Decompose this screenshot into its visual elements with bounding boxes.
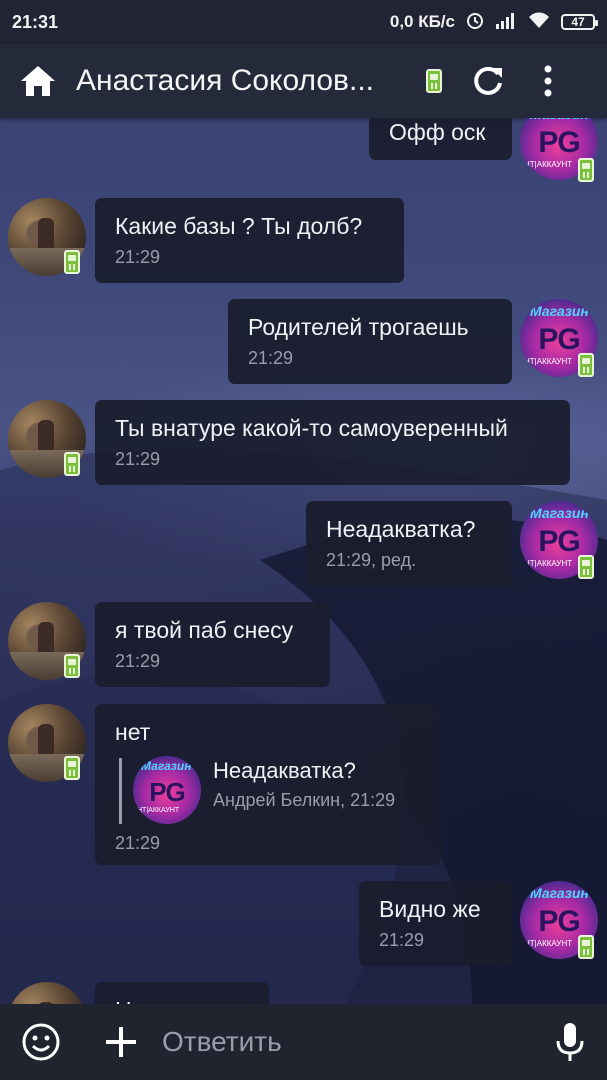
message-text: Неадакватка? [326, 516, 476, 542]
emoji-icon[interactable] [20, 1021, 62, 1063]
mobile-icon [64, 452, 80, 476]
message-text: Н [115, 996, 249, 1004]
wifi-icon [527, 11, 551, 34]
mobile-icon [578, 935, 594, 959]
mic-icon[interactable] [553, 1019, 587, 1065]
message-text: я твой паб снесу [115, 617, 294, 643]
message-bubble-outgoing[interactable]: Видно же 21:29 [359, 881, 512, 966]
chat-title[interactable]: Анастасия Соколов... [76, 64, 416, 98]
network-speed: 0,0 КБ/с [389, 12, 455, 31]
chat-header: Анастасия Соколов... [0, 44, 607, 118]
message-bubble-outgoing[interactable]: Неадакватка? 21:29, ред. [306, 501, 512, 586]
message-text: Видно же [379, 896, 481, 922]
message-text: Родителей трогаешь [248, 314, 469, 340]
home-icon[interactable] [16, 59, 60, 103]
message-text: Какие базы ? Ты долб? [115, 213, 363, 239]
reply-input[interactable] [162, 1017, 553, 1067]
message-time: 21:29 [379, 930, 425, 950]
message-list[interactable]: Офф оск Магазин PG НТ|АККАУНТ Какие базы… [0, 118, 607, 1004]
status-bar: 21:31 0,0 КБ/с 47 [0, 0, 607, 44]
battery-icon: 47 [561, 14, 598, 30]
message-bubble-outgoing[interactable]: Офф оск [369, 118, 512, 160]
mobile-icon [578, 158, 594, 182]
message-bubble-outgoing[interactable]: Родителей трогаешь 21:29 [228, 299, 512, 384]
avatar: Магазин PG НТ|АККАУНТ [133, 756, 201, 824]
status-time: 21:31 [12, 11, 59, 32]
message-time: 21:29, ред. [326, 550, 417, 570]
mobile-icon [426, 69, 442, 93]
message-bubble-incoming[interactable]: я твой паб снесу 21:29 [95, 602, 330, 687]
message-text: Ты внатуре какой-то самоуверенный [115, 415, 508, 441]
refresh-icon[interactable] [468, 61, 508, 101]
plus-icon[interactable] [102, 1023, 140, 1061]
message-bubble-incoming[interactable]: Ты внатуре какой-то самоуверенный 21:29 [95, 400, 570, 485]
mobile-icon [64, 654, 80, 678]
message-time: 21:29 [248, 348, 294, 368]
more-vert-icon[interactable] [538, 61, 558, 101]
mobile-icon [64, 756, 80, 780]
reply-quote[interactable]: Магазин PG НТ|АККАУНТ Неадакватка? Андре… [115, 754, 415, 826]
quote-author: Андрей Белкин, 21:29 [213, 790, 396, 810]
message-bubble-incoming[interactable]: Н [95, 982, 269, 1004]
message-text: нет [115, 719, 151, 745]
avatar[interactable] [8, 982, 86, 1004]
message-time: 21:29 [115, 651, 161, 671]
message-time: 21:29 [115, 833, 161, 853]
mobile-icon [578, 353, 594, 377]
message-text: Офф оск [389, 119, 486, 145]
message-bubble-incoming[interactable]: Какие базы ? Ты долб? 21:29 [95, 198, 404, 283]
alarm-icon [465, 10, 485, 35]
signal-icon [495, 11, 517, 34]
quote-text: Неадакватка? [213, 758, 356, 783]
composer [0, 1004, 607, 1080]
quote-bar [119, 758, 122, 824]
mobile-icon [64, 250, 80, 274]
message-time: 21:29 [115, 449, 161, 469]
message-time: 21:29 [115, 247, 161, 267]
message-bubble-incoming[interactable]: нет Магазин PG НТ|АККАУНТ Неадакватка? А… [95, 704, 441, 865]
mobile-icon [578, 555, 594, 579]
